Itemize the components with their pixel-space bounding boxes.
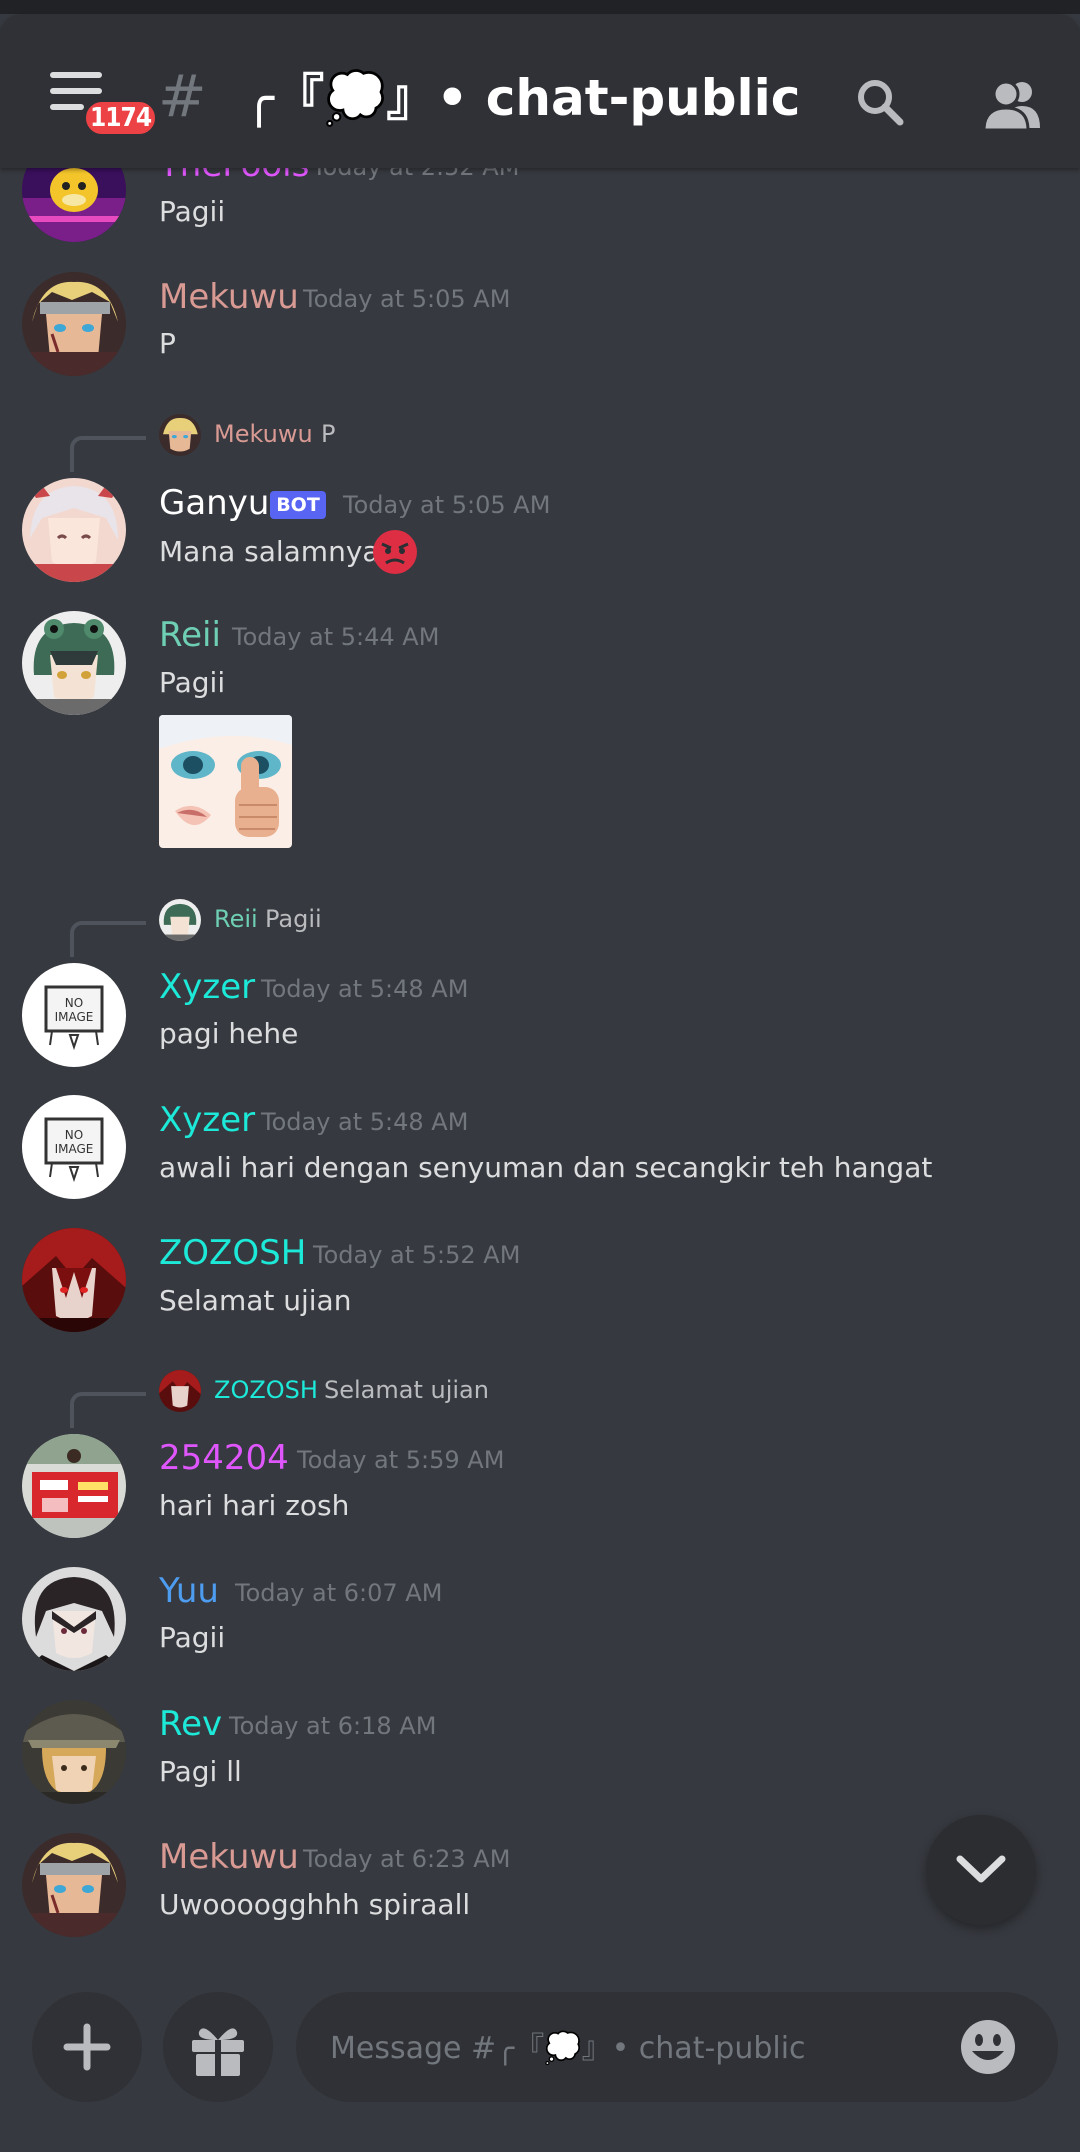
timestamp: Today at 5:52 AM	[313, 1241, 521, 1269]
channel-header: 1174 # ╭『💭』• chat-public	[0, 14, 1080, 168]
hamburger-menu-icon[interactable]: 1174	[50, 72, 160, 138]
channel-title[interactable]: ╭『💭』• chat-public	[244, 66, 800, 130]
message-text: Pagi ll	[159, 1755, 242, 1788]
reply-text: P	[321, 420, 336, 448]
avatar[interactable]	[22, 1228, 126, 1332]
thumbs-up-anime-sticker[interactable]	[159, 715, 292, 848]
username[interactable]: Xyzer	[159, 966, 255, 1008]
avatar[interactable]	[22, 1567, 126, 1671]
message-text: Pagii	[159, 666, 226, 699]
members-icon[interactable]	[982, 78, 1042, 132]
avatar[interactable]	[22, 1833, 126, 1937]
avatar[interactable]	[22, 1434, 126, 1538]
reply-text: Selamat ujian	[324, 1376, 489, 1404]
menu-bar	[50, 88, 102, 94]
avatar[interactable]	[22, 272, 126, 376]
message-input-container	[296, 1992, 1058, 2102]
reply-connector	[70, 436, 146, 472]
jump-to-present-button[interactable]	[926, 1815, 1036, 1925]
avatar[interactable]	[22, 1700, 126, 1804]
username[interactable]: Yuu	[159, 1570, 219, 1612]
avatar[interactable]: NO IMAGE	[22, 1095, 126, 1199]
bot-tag: BOT	[270, 491, 326, 519]
angry-face-emoji	[372, 529, 418, 575]
hash-icon: #	[158, 62, 207, 130]
reply-avatar	[159, 899, 201, 941]
avatar[interactable]: NO IMAGE	[22, 963, 126, 1067]
menu-bar	[50, 104, 84, 110]
timestamp: Today at 5:05 AM	[343, 491, 551, 519]
svg-text:IMAGE: IMAGE	[55, 1142, 94, 1156]
username[interactable]: ZOZOSH	[159, 1232, 306, 1274]
timestamp: Today at 5:48 AM	[261, 975, 469, 1003]
message-input[interactable]	[328, 2017, 932, 2079]
timestamp: Today at 6:23 AM	[303, 1845, 511, 1873]
status-bar	[0, 0, 1080, 14]
timestamp: Today at 5:48 AM	[261, 1108, 469, 1136]
gift-icon	[192, 2028, 244, 2076]
svg-text:NO: NO	[65, 1128, 83, 1142]
reply-connector	[70, 921, 146, 957]
menu-bar	[50, 72, 102, 78]
chevron-down-icon	[956, 1855, 1006, 1883]
svg-text:NO: NO	[65, 996, 83, 1010]
smile-emoji-icon[interactable]	[960, 2019, 1016, 2075]
message-text: awali hari dengan senyuman dan secangkir…	[159, 1151, 933, 1184]
reply-preview[interactable]: ZOZOSH Selamat ujian	[0, 1368, 1080, 1428]
avatar[interactable]	[22, 611, 126, 715]
search-icon[interactable]	[856, 78, 904, 126]
svg-text:IMAGE: IMAGE	[55, 1010, 94, 1024]
message-text: Uwoooogghhh spiraall	[159, 1888, 471, 1921]
timestamp: Today at 5:59 AM	[297, 1446, 505, 1474]
reply-username: Mekuwu	[214, 420, 313, 448]
reply-username: ZOZOSH	[214, 1376, 318, 1404]
notification-badge: 1174	[82, 98, 160, 138]
add-attachment-button[interactable]	[32, 1992, 142, 2102]
timestamp: Today at 5:05 AM	[303, 285, 511, 313]
timestamp: Today at 6:07 AM	[235, 1579, 443, 1607]
message-text: Selamat ujian	[159, 1284, 352, 1317]
message-text: hari hari zosh	[159, 1489, 350, 1522]
reply-avatar	[159, 414, 201, 456]
message-text: Mana salamnya!	[159, 535, 391, 568]
username[interactable]: Rev	[159, 1703, 222, 1745]
username[interactable]: Xyzer	[159, 1099, 255, 1141]
username[interactable]: Mekuwu	[159, 1836, 299, 1878]
reply-username: Reii	[214, 905, 258, 933]
username[interactable]: Mekuwu	[159, 276, 299, 318]
message-text: P	[159, 327, 176, 360]
reply-preview[interactable]: Reii Pagii	[0, 897, 1080, 957]
username[interactable]: Ganyu	[159, 482, 269, 524]
avatar[interactable]	[22, 478, 126, 582]
plus-icon	[63, 2023, 111, 2071]
reply-avatar	[159, 1370, 201, 1412]
message-text: pagi hehe	[159, 1017, 299, 1050]
gift-button[interactable]	[163, 1992, 273, 2102]
reply-connector	[70, 1392, 146, 1428]
timestamp: Today at 6:18 AM	[229, 1712, 437, 1740]
timestamp: Today at 5:44 AM	[232, 623, 440, 651]
username[interactable]: 254204	[159, 1437, 289, 1479]
message-text: Pagii	[159, 195, 226, 228]
username[interactable]: Reii	[159, 614, 221, 656]
reply-text: Pagii	[265, 905, 322, 933]
reply-preview[interactable]: Mekuwu P	[0, 412, 1080, 472]
message-text: Pagii	[159, 1621, 226, 1654]
